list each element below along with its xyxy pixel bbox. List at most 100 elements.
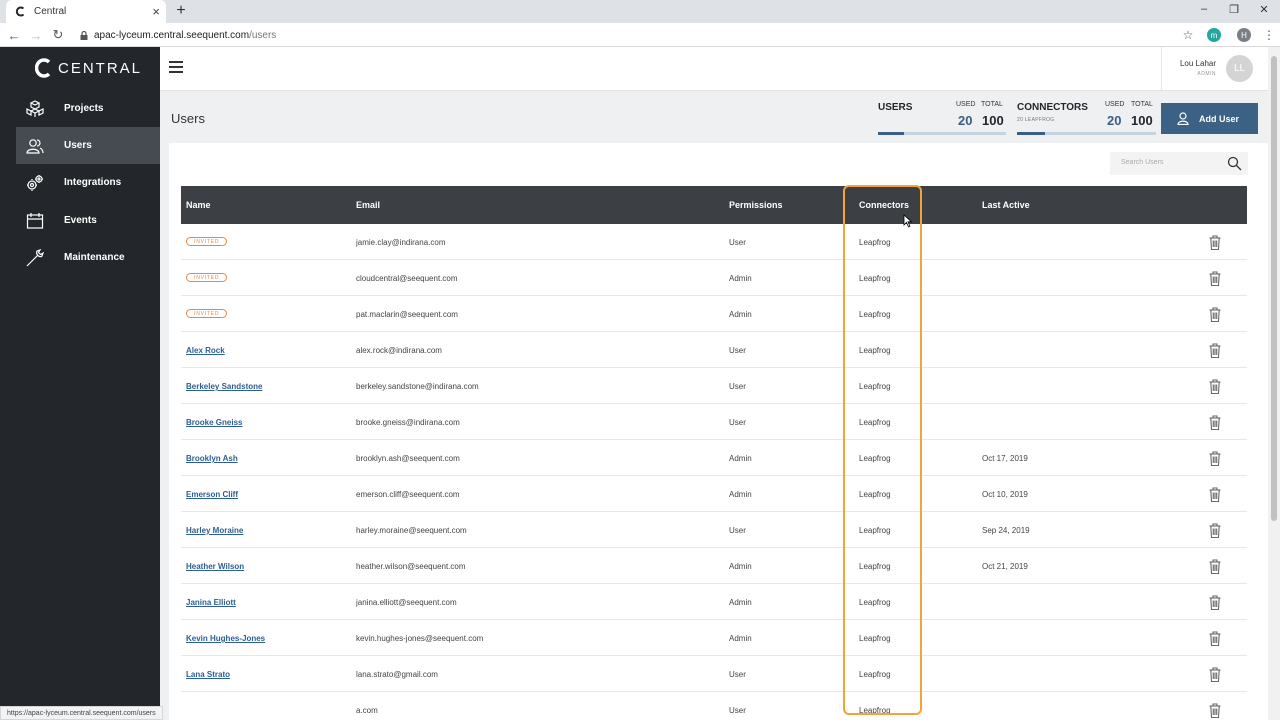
url-host: apac-lyceum.central.seequent.com xyxy=(94,29,250,41)
search-input[interactable]: Search Users xyxy=(1110,152,1248,175)
add-user-button[interactable]: Add User xyxy=(1161,103,1258,134)
user-email: cloudcentral@seequent.com xyxy=(356,274,458,283)
search-placeholder: Search Users xyxy=(1121,159,1164,166)
sidebar-item-projects[interactable]: Projects xyxy=(16,90,160,127)
mouse-cursor-icon xyxy=(903,214,913,228)
column-header-email[interactable]: Email xyxy=(356,200,380,210)
user-name-link[interactable]: Brooke Gneiss xyxy=(186,418,242,427)
delete-user-icon[interactable] xyxy=(1209,559,1221,575)
page-title: Users xyxy=(171,111,205,126)
delete-user-icon[interactable] xyxy=(1209,523,1221,539)
browser-menu-icon[interactable]: ⋮ xyxy=(1263,27,1275,43)
user-name-link[interactable]: Alex Rock xyxy=(186,346,225,355)
users-usage-stat: USERS USED TOTAL 20 100 xyxy=(878,100,1006,140)
connectors-total-value: 100 xyxy=(1131,113,1153,128)
url-field[interactable]: apac-lyceum.central.seequent.com/users xyxy=(80,27,276,43)
user-name-link[interactable]: Brooklyn Ash xyxy=(186,454,238,463)
user-name-link[interactable]: Lana Strato xyxy=(186,670,230,679)
delete-user-icon[interactable] xyxy=(1209,631,1221,647)
delete-user-icon[interactable] xyxy=(1209,379,1221,395)
new-tab-button[interactable]: + xyxy=(172,2,190,20)
sidebar-item-integrations[interactable]: Integrations xyxy=(16,164,160,201)
user-permission: User xyxy=(729,526,746,535)
events-icon xyxy=(25,211,45,231)
column-header-name[interactable]: Name xyxy=(186,200,211,210)
menu-toggle-icon[interactable] xyxy=(169,61,183,75)
url-path: /users xyxy=(249,29,277,41)
user-name-link[interactable]: Berkeley Sandstone xyxy=(186,382,262,391)
connectors-stat-sub: 20 LEAPFROG xyxy=(1017,117,1055,123)
user-permission: User xyxy=(729,238,746,247)
minimize-icon[interactable]: – xyxy=(1195,3,1213,15)
forward-icon[interactable]: → xyxy=(28,27,44,43)
column-header-connectors[interactable]: Connectors xyxy=(859,200,909,210)
sidebar-item-maintenance[interactable]: Maintenance xyxy=(16,239,160,276)
bookmark-star-icon[interactable]: ☆ xyxy=(1180,27,1196,43)
main-content: Users USERS USED TOTAL 20 100 CONNECTORS… xyxy=(160,91,1268,720)
table-row: Brooklyn Ash brooklyn.ash@seequent.com Adm… xyxy=(181,440,1247,476)
user-connector: Leapfrog xyxy=(859,238,891,247)
table-row: a.com User Leapfrog xyxy=(181,692,1247,720)
user-connector: Leapfrog xyxy=(859,346,891,355)
user-connector: Leapfrog xyxy=(859,490,891,499)
sidebar-item-events[interactable]: Events xyxy=(16,202,160,239)
back-icon[interactable]: ← xyxy=(6,27,22,43)
user-name-link[interactable]: Kevin Hughes-Jones xyxy=(186,634,265,643)
connectors-total-label: TOTAL xyxy=(1131,101,1153,108)
user-name-link[interactable]: Emerson Cliff xyxy=(186,490,238,499)
sidebar-item-label: Maintenance xyxy=(64,252,125,263)
lock-icon xyxy=(80,30,88,40)
delete-user-icon[interactable] xyxy=(1209,595,1221,611)
window-close-icon[interactable]: ✕ xyxy=(1255,3,1273,16)
column-header-last-active[interactable]: Last Active xyxy=(982,200,1030,210)
table-row: Emerson Cliff emerson.cliff@seequent.com A… xyxy=(181,476,1247,512)
reload-icon[interactable]: ↻ xyxy=(50,27,66,43)
add-user-label: Add User xyxy=(1199,113,1240,124)
user-email: a.com xyxy=(356,706,378,715)
add-user-icon xyxy=(1177,112,1189,125)
browser-tab[interactable]: Central × xyxy=(6,0,166,23)
delete-user-icon[interactable] xyxy=(1209,415,1221,431)
delete-user-icon[interactable] xyxy=(1209,271,1221,287)
user-permission: User xyxy=(729,418,746,427)
scrollbar-thumb[interactable] xyxy=(1271,56,1277,521)
delete-user-icon[interactable] xyxy=(1209,343,1221,359)
user-permission: User xyxy=(729,346,746,355)
user-last-active: Oct 10, 2019 xyxy=(982,490,1028,499)
delete-user-icon[interactable] xyxy=(1209,451,1221,467)
invited-badge: INVITED xyxy=(186,309,228,318)
user-email: kevin.hughes-jones@seequent.com xyxy=(356,634,484,643)
connectors-usage-stat: CONNECTORS 20 LEAPFROG USED TOTAL 20 100 xyxy=(1017,100,1156,140)
tab-close-icon[interactable]: × xyxy=(152,5,160,18)
sidebar-item-users[interactable]: Users xyxy=(16,127,160,164)
table-row: INVITED cloudcentral@seequent.com Admin Lea… xyxy=(181,260,1247,296)
delete-user-icon[interactable] xyxy=(1209,235,1221,251)
address-bar-row: ← → ↻ apac-lyceum.central.seequent.com/u… xyxy=(0,23,1280,47)
page-scrollbar[interactable] xyxy=(1268,47,1280,720)
delete-user-icon[interactable] xyxy=(1209,703,1221,719)
delete-user-icon[interactable] xyxy=(1209,667,1221,683)
delete-user-icon[interactable] xyxy=(1209,307,1221,323)
brand-logo[interactable]: CENTRAL xyxy=(35,57,142,79)
profile-avatar[interactable]: H xyxy=(1237,28,1251,42)
user-name-link[interactable]: Heather Wilson xyxy=(186,562,244,571)
user-connector: Leapfrog xyxy=(859,310,891,319)
table-row: Lana Strato lana.strato@gmail.com User Leap… xyxy=(181,656,1247,692)
delete-user-icon[interactable] xyxy=(1209,487,1221,503)
user-permission: Admin xyxy=(729,310,752,319)
connectors-usage-fill xyxy=(1017,132,1045,135)
column-header-permissions[interactable]: Permissions xyxy=(729,200,783,210)
projects-icon xyxy=(25,99,45,119)
table-row: Alex Rock alex.rock@indirana.com User Leapf… xyxy=(181,332,1247,368)
users-total-value: 100 xyxy=(982,113,1004,128)
central-favicon-icon xyxy=(15,6,26,17)
extension-icon[interactable]: m xyxy=(1207,28,1221,42)
restore-icon[interactable]: ❐ xyxy=(1225,3,1243,16)
user-name-link[interactable]: Janina Elliott xyxy=(186,598,236,607)
avatar[interactable]: LL xyxy=(1226,55,1253,82)
user-name-link[interactable]: Harley Moraine xyxy=(186,526,243,535)
user-connector: Leapfrog xyxy=(859,454,891,463)
user-menu[interactable]: Lou Lahar ADMIN LL xyxy=(1161,47,1268,91)
user-connector: Leapfrog xyxy=(859,634,891,643)
search-icon[interactable] xyxy=(1227,156,1242,171)
